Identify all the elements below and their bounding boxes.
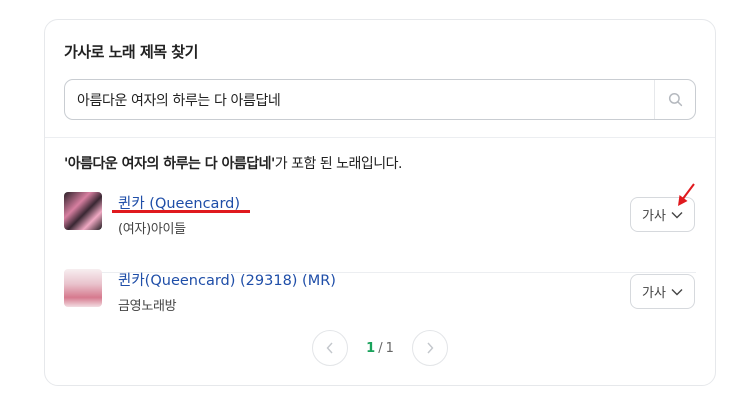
search-button[interactable] bbox=[655, 80, 696, 119]
page-separator: / bbox=[378, 340, 383, 356]
chevron-down-icon bbox=[671, 288, 683, 295]
chevron-left-icon bbox=[326, 342, 333, 354]
panel-title: 가사로 노래 제목 찾기 bbox=[64, 43, 198, 61]
next-page-button[interactable] bbox=[412, 330, 448, 366]
page-indicator: 1 / 1 bbox=[348, 330, 412, 366]
song-artist: (여자)아이들 bbox=[118, 222, 186, 237]
lyrics-button-label: 가사 bbox=[642, 286, 666, 301]
prev-page-button[interactable] bbox=[312, 330, 348, 366]
lyrics-search-panel: 가사로 노래 제목 찾기 '아름다운 여자의 하루는 다 아름답네'가 포함 된… bbox=[44, 19, 716, 386]
annotation-underline bbox=[112, 210, 250, 213]
lyrics-button-label: 가사 bbox=[642, 209, 666, 224]
search-icon bbox=[668, 92, 683, 107]
current-page: 1 bbox=[366, 340, 376, 356]
result-caption: '아름다운 여자의 하루는 다 아름답네'가 포함 된 노래입니다. bbox=[64, 153, 403, 173]
lyrics-toggle-button[interactable]: 가사 bbox=[630, 274, 695, 309]
divider bbox=[45, 137, 715, 138]
search-box bbox=[64, 79, 696, 120]
result-caption-suffix: 가 포함 된 노래입니다. bbox=[274, 156, 403, 172]
song-title-link[interactable]: 퀸카(Queencard) (29318) (MR) bbox=[118, 269, 336, 290]
album-art[interactable] bbox=[64, 269, 102, 307]
list-item: 퀸카(Queencard) (29318) (MR) 금영노래방 가사 bbox=[64, 269, 696, 317]
song-artist: 금영노래방 bbox=[118, 299, 177, 314]
annotation-arrow-icon bbox=[678, 183, 695, 206]
list-item: 퀸카 (Queencard) (여자)아이들 가사 bbox=[64, 192, 696, 240]
total-pages: 1 bbox=[385, 340, 394, 356]
result-query: '아름다운 여자의 하루는 다 아름답네' bbox=[64, 156, 275, 172]
pagination: 1 / 1 bbox=[312, 330, 449, 366]
chevron-right-icon bbox=[427, 342, 434, 354]
search-input[interactable] bbox=[65, 80, 655, 119]
album-art[interactable] bbox=[64, 192, 102, 230]
